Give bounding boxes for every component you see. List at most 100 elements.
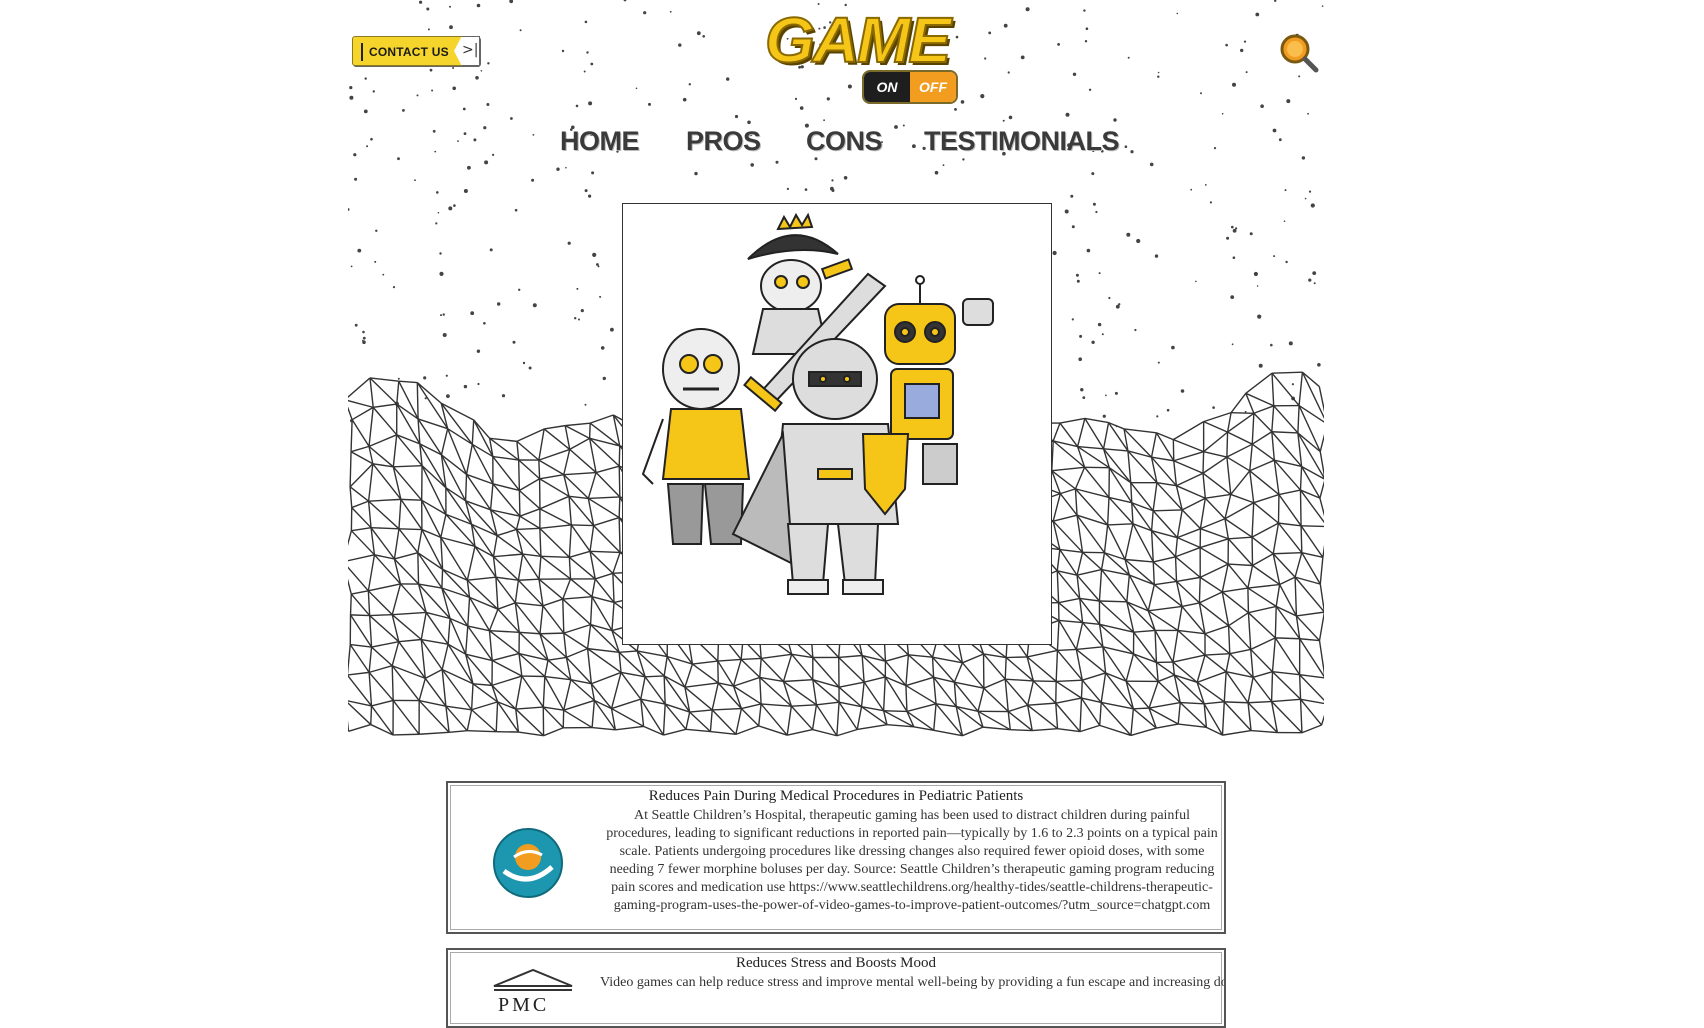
star-dot xyxy=(1232,343,1234,345)
star-dot xyxy=(477,350,480,353)
star-dot xyxy=(486,103,489,106)
contact-us-button[interactable]: CONTACT US >| xyxy=(352,36,480,66)
star-dot xyxy=(599,296,601,298)
site-logo[interactable]: GAME ON OFF xyxy=(728,6,986,106)
star-dot xyxy=(1167,409,1170,412)
star-dot xyxy=(439,252,441,254)
star-dot xyxy=(436,191,439,194)
star-dot xyxy=(1254,272,1258,276)
star-dot xyxy=(428,28,430,30)
star-dot xyxy=(592,253,596,257)
star-dot xyxy=(483,322,486,325)
logo-off-label: OFF xyxy=(910,72,956,102)
zombie-character xyxy=(643,329,749,544)
star-dot xyxy=(515,209,518,212)
star-dot xyxy=(349,86,352,89)
star-dot xyxy=(1082,396,1085,399)
star-dot xyxy=(417,94,419,96)
star-dot xyxy=(831,179,833,181)
pmc-logo-icon: PMC xyxy=(490,968,576,1018)
star-dot xyxy=(457,140,459,142)
logo-wordmark: GAME xyxy=(728,8,986,72)
hospital-logo-icon xyxy=(492,827,564,904)
star-dot xyxy=(464,189,468,193)
star-dot xyxy=(1181,389,1185,393)
star-dot xyxy=(443,333,447,337)
star-dot xyxy=(490,248,493,251)
star-dot xyxy=(1136,239,1140,243)
star-dot xyxy=(364,110,368,114)
star-dot xyxy=(1076,274,1079,277)
star-dot xyxy=(598,265,600,267)
star-dot xyxy=(1073,73,1076,76)
star-dot xyxy=(1087,249,1091,253)
star-dot xyxy=(683,98,687,102)
star-dot xyxy=(578,319,580,321)
nav-testimonials[interactable]: TESTIMONIALS xyxy=(924,126,1119,157)
star-dot xyxy=(1285,189,1287,191)
star-dot xyxy=(585,189,588,192)
search-button[interactable] xyxy=(1278,32,1320,74)
nav-home[interactable]: HOME xyxy=(560,126,639,157)
star-dot xyxy=(438,212,440,214)
star-dot xyxy=(1008,71,1010,73)
star-dot xyxy=(453,204,456,207)
star-dot xyxy=(1309,191,1311,193)
star-dot xyxy=(349,96,353,100)
star-dot xyxy=(398,378,400,380)
star-dot xyxy=(1009,116,1013,120)
star-dot xyxy=(1021,56,1025,60)
star-dot xyxy=(452,87,456,91)
star-dot xyxy=(581,309,584,312)
star-dot xyxy=(440,314,442,316)
star-dot xyxy=(397,157,400,160)
star-dot xyxy=(1289,341,1293,345)
star-dot xyxy=(1098,323,1101,326)
star-dot xyxy=(1225,44,1228,47)
star-dot xyxy=(434,151,436,153)
star-dot xyxy=(556,168,559,171)
star-dot xyxy=(1231,226,1234,229)
star-dot xyxy=(1103,415,1106,418)
star-dot xyxy=(588,101,592,105)
star-dot xyxy=(452,67,454,69)
star-dot xyxy=(1190,189,1192,191)
star-dot xyxy=(1158,72,1160,74)
star-dot xyxy=(1125,145,1128,148)
star-dot xyxy=(1057,43,1060,46)
star-dot xyxy=(483,126,486,129)
star-dot xyxy=(1246,71,1248,73)
star-dot xyxy=(1102,333,1104,335)
star-dot xyxy=(1171,346,1175,350)
nav-cons[interactable]: CONS xyxy=(806,126,882,157)
star-dot xyxy=(446,394,450,398)
star-dot xyxy=(1086,27,1089,30)
star-dot xyxy=(1085,40,1087,42)
star-dot xyxy=(1233,256,1236,259)
star-dot xyxy=(1157,76,1159,78)
star-dot xyxy=(1317,363,1321,367)
star-dot xyxy=(648,103,651,106)
star-dot xyxy=(348,208,350,211)
star-dot xyxy=(1091,341,1094,344)
star-dot xyxy=(1222,113,1224,115)
nav-pros[interactable]: PROS xyxy=(686,126,761,157)
star-dot xyxy=(1126,233,1130,237)
star-dot xyxy=(1257,315,1261,319)
star-dot xyxy=(375,230,377,232)
star-dot xyxy=(1155,254,1158,257)
star-dot xyxy=(492,154,494,156)
star-dot xyxy=(576,288,578,290)
star-dot xyxy=(374,261,376,263)
star-dot xyxy=(787,188,789,190)
star-dot xyxy=(1240,49,1243,52)
star-dot xyxy=(576,105,579,108)
star-dot xyxy=(624,0,627,1)
star-dot xyxy=(1115,392,1118,395)
star-dot xyxy=(601,346,605,350)
star-dot xyxy=(1078,357,1082,361)
star-dot xyxy=(355,324,358,327)
star-dot xyxy=(448,206,452,210)
star-dot xyxy=(402,109,405,112)
star-dot xyxy=(533,134,535,136)
